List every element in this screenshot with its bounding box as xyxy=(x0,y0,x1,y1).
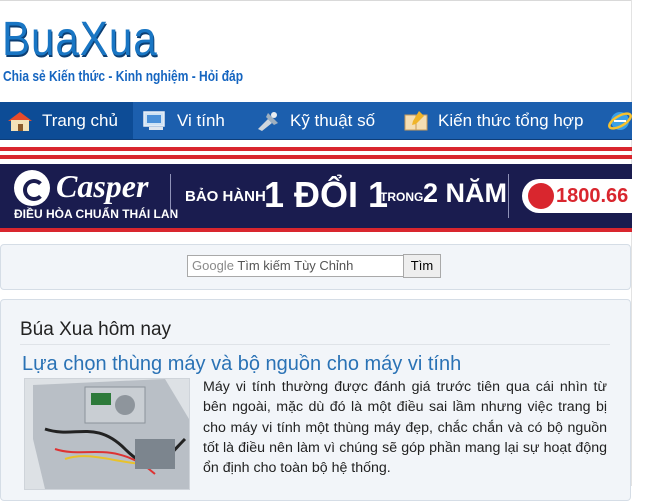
ad-brand-subtitle: ĐIỀU HÒA CHUẨN THÁI LAN xyxy=(14,207,179,221)
nav-label-digital: Kỹ thuật số xyxy=(290,110,376,130)
home-icon xyxy=(8,111,32,131)
site-tagline: Chia sẻ Kiến thức - Kinh nghiệm - Hỏi đá… xyxy=(3,68,244,85)
ad-warranty-main: 1 ĐỔI 1 xyxy=(264,174,389,215)
section-divider xyxy=(20,344,610,345)
ad-banner[interactable]: Casper ĐIỀU HÒA CHUẨN THÁI LAN BẢO HÀNH … xyxy=(0,164,632,228)
nav-item-internet[interactable] xyxy=(606,102,632,139)
site-logo[interactable]: BuaXua xyxy=(2,10,158,70)
top-border xyxy=(0,0,632,1)
nav-label-computer: Vi tính xyxy=(177,110,225,130)
casper-logo-icon xyxy=(14,170,50,206)
banner-stripe-bottom xyxy=(0,228,632,232)
knowledge-icon xyxy=(404,110,428,130)
ad-hotline-number: 1800.66 xyxy=(556,185,629,207)
search-placeholder: Tìm kiếm Tùy Chỉnh xyxy=(237,258,354,273)
tools-icon xyxy=(258,111,278,131)
nav-item-computer[interactable]: Vi tính xyxy=(141,102,225,139)
article-thumbnail[interactable] xyxy=(24,378,190,490)
search-input[interactable]: Google Tìm kiếm Tùy Chỉnh xyxy=(187,255,406,277)
computer-icon xyxy=(143,110,165,130)
banner-stripe-top xyxy=(0,147,632,151)
nav-item-home[interactable]: Trang chủ xyxy=(0,102,133,139)
ad-divider-2 xyxy=(508,174,509,218)
google-label: Google xyxy=(192,258,234,273)
nav-item-knowledge[interactable]: Kiến thức tổng hợp xyxy=(402,102,583,139)
ad-brand: Casper xyxy=(56,168,149,204)
search-button[interactable]: Tìm xyxy=(403,254,441,278)
nav-label-home: Trang chủ xyxy=(42,110,118,130)
main-nav: Trang chủ Vi tính Kỹ thuật số Kiến thức … xyxy=(0,102,632,140)
article-title-link[interactable]: Lựa chọn thùng máy và bộ nguồn cho máy v… xyxy=(22,353,461,376)
right-border xyxy=(631,0,632,486)
article-excerpt: Máy vi tính thường được đánh giá trước t… xyxy=(203,379,607,477)
nav-label-knowledge: Kiến thức tổng hợp xyxy=(438,110,584,130)
ad-warranty-in: TRONG xyxy=(380,190,424,204)
internet-explorer-icon xyxy=(608,111,632,130)
phone-icon xyxy=(528,183,554,209)
ad-divider xyxy=(170,174,171,218)
ad-warranty-years: 2 NĂM xyxy=(423,178,508,208)
nav-item-digital[interactable]: Kỹ thuật số xyxy=(254,102,375,139)
section-title: Búa Xua hôm nay xyxy=(20,319,172,340)
ad-warranty-label: BẢO HÀNH xyxy=(185,188,266,205)
banner-stripe-mid xyxy=(0,155,632,159)
computer-case-image xyxy=(25,379,189,489)
